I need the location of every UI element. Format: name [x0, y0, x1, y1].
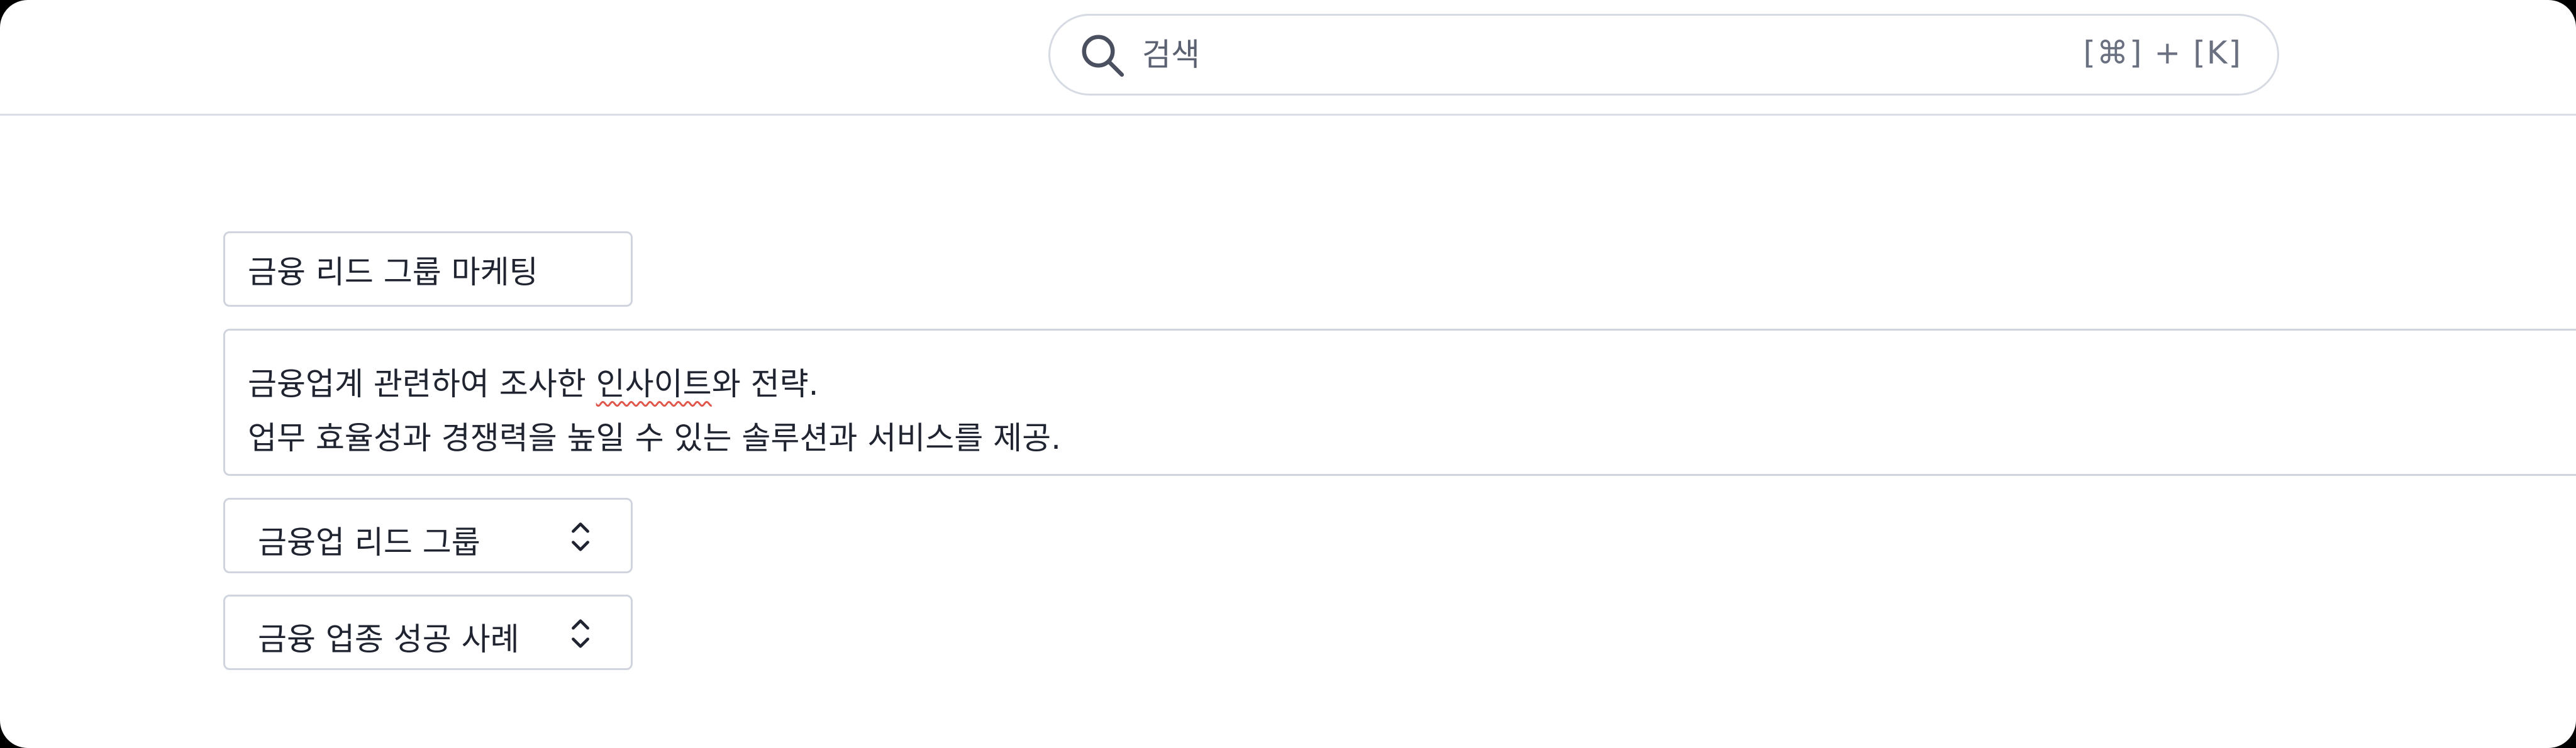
description-textarea[interactable]: 금융업계 관련하여 조사한 인사이트와 전략. 업무 효율성과 경쟁력을 높일 … [223, 329, 2576, 476]
description-line-1-start: 금융업계 관련하여 조사한 [248, 366, 596, 402]
top-bar: [⌘] + [K] [0, 0, 2576, 116]
description-text[interactable]: 금융업계 관련하여 조사한 인사이트와 전략. 업무 효율성과 경쟁력을 높일 … [248, 357, 1061, 465]
search-bar[interactable]: [⌘] + [K] [1048, 14, 2279, 96]
search-input[interactable] [1142, 27, 2023, 82]
description-line-2: 업무 효율성과 경쟁력을 높일 수 있는 솔루션과 서비스를 제공. [248, 420, 1062, 456]
success-case-select-value: 금융 업종 성공 사례 [258, 621, 519, 657]
search-icon [1082, 35, 1124, 77]
search-shortcut-hint: [⌘] + [K] [2083, 35, 2242, 71]
chevron-up-down-icon [572, 619, 589, 648]
description-line-1: 금융업계 관련하여 조사한 인사이트와 전략. [248, 357, 1061, 411]
lead-group-select[interactable]: 금융업 리드 그룹 [223, 498, 633, 573]
app-window: [⌘] + [K] 금융업계 관련하여 조사한 인사이트와 전략. 업무 효율성… [0, 0, 2576, 748]
description-line-1-end: 와 전략. [711, 366, 819, 402]
spellcheck-word: 인사이트 [596, 366, 712, 402]
title-field[interactable] [223, 231, 633, 307]
lead-group-select-value: 금융업 리드 그룹 [258, 524, 480, 561]
chevron-up-down-icon [572, 522, 589, 551]
title-input[interactable] [248, 246, 613, 294]
success-case-select[interactable]: 금융 업종 성공 사례 [223, 595, 633, 670]
